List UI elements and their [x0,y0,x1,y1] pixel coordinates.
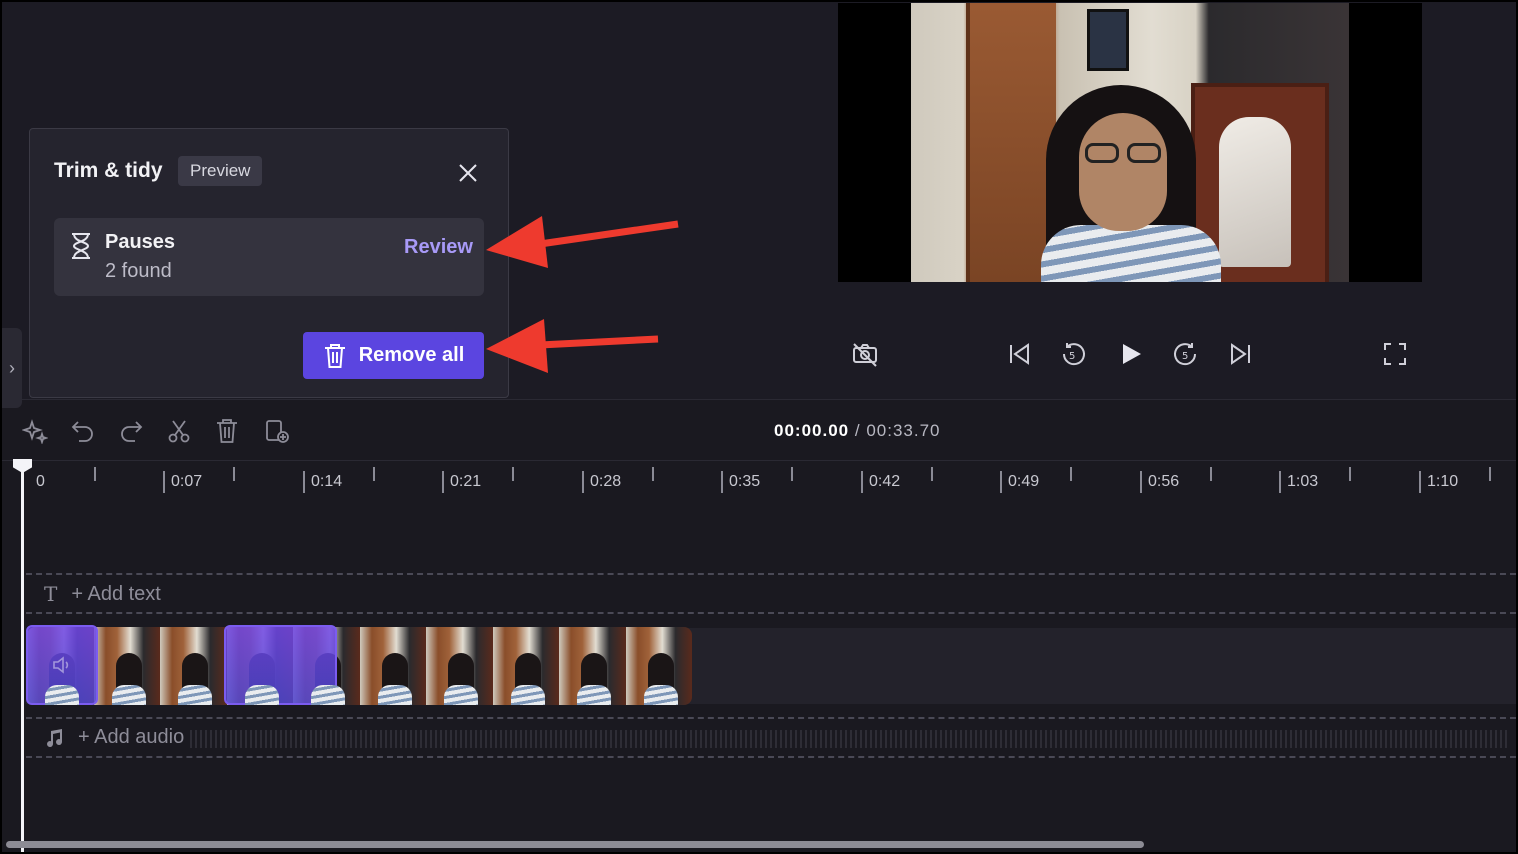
preview-badge: Preview [178,156,263,186]
speaker-icon [53,656,69,674]
ruler-label: 1:03 [1279,471,1318,493]
ruler-label: 0:28 [582,471,621,493]
clip-thumbnail [93,627,160,705]
svg-text:5: 5 [1182,351,1188,362]
timecode: 00:00.00 / 00:33.70 [774,421,941,441]
ruler-minor-tick [1210,467,1212,481]
timeline-ruler[interactable]: 0 0:07 0:14 0:21 0:28 0:35 0:42 0:49 0:5… [2,460,1516,501]
scene-wall-picture [1087,9,1129,71]
clip-thumbnail [426,627,493,705]
pauses-count: 2 found [105,260,172,282]
rewind-5-icon[interactable]: 5 [1055,336,1091,372]
text-track-bottom-border [26,612,1516,614]
review-link[interactable]: Review [404,236,473,259]
ruler-label: 0:07 [163,471,202,493]
camera-off-icon[interactable] [847,336,883,372]
scissors-icon[interactable] [164,416,194,446]
undo-icon[interactable] [68,416,98,446]
ruler-minor-tick [791,467,793,481]
ruler-label: 0:42 [861,471,900,493]
text-t-icon: T [44,582,58,606]
ruler-minor-tick [652,467,654,481]
audio-track-top-border [26,717,1516,719]
skip-to-start-icon[interactable] [1001,336,1037,372]
music-note-icon [47,728,63,747]
delete-icon[interactable] [212,416,242,446]
add-text-label: + Add text [71,582,161,605]
remove-all-button[interactable]: Remove all [303,332,484,379]
audio-waveform [190,730,1510,748]
expand-panel-tab[interactable]: › [2,328,22,408]
ruler-minor-tick [512,467,514,481]
redo-icon[interactable] [116,416,146,446]
ruler-minor-tick [94,467,96,481]
trash-icon [324,343,345,368]
scene-person [981,85,1281,282]
total-time: 00:33.70 [866,421,941,440]
chevron-right-icon: › [9,357,15,378]
ruler-label: 0:21 [442,471,481,493]
ruler-minor-tick [373,467,375,481]
ruler-label: 0:49 [1000,471,1039,493]
fullscreen-icon[interactable] [1377,336,1413,372]
ruler-minor-tick [1070,467,1072,481]
close-icon[interactable] [454,159,482,187]
ruler-label: 0 [36,473,45,490]
panel-title: Trim & tidy [54,159,163,182]
ruler-minor-tick [1489,467,1491,481]
add-audio-label: + Add audio [78,726,185,748]
pauses-title: Pauses [105,231,176,253]
ruler-label: 1:10 [1419,471,1458,493]
forward-5-icon[interactable]: 5 [1168,336,1204,372]
clip-thumbnail [559,627,626,705]
video-clip[interactable] [27,627,692,705]
video-frame [911,3,1349,282]
ruler-minor-tick [1349,467,1351,481]
trim-tidy-panel: Trim & tidy Preview Pauses 2 found Revie… [29,128,509,398]
text-track-top-border [26,573,1516,575]
ruler-label: 0:35 [721,471,760,493]
add-clip-icon[interactable] [262,416,292,446]
remove-all-label: Remove all [358,344,465,366]
playhead[interactable] [21,462,24,852]
ruler-label: 0:14 [303,471,342,493]
ruler-minor-tick [233,467,235,481]
pauses-card: Pauses 2 found Review [54,218,484,296]
clip-thumbnail [359,627,426,705]
clip-thumbnail [160,627,227,705]
skip-to-end-icon[interactable] [1223,336,1259,372]
audio-track-bottom-border [26,756,1516,758]
horizontal-scrollbar[interactable] [6,841,1144,848]
time-separator: / [854,421,861,440]
clip-thumbnail [492,627,559,705]
ruler-minor-tick [931,467,933,481]
current-time: 00:00.00 [774,421,850,440]
ruler-label: 0:56 [1140,471,1179,493]
video-preview[interactable] [838,3,1422,282]
add-audio-track[interactable]: + Add audio [44,726,184,749]
play-icon[interactable] [1112,336,1148,372]
magic-sparkle-icon[interactable] [20,416,50,446]
svg-text:5: 5 [1069,351,1075,362]
add-text-track[interactable]: T + Add text [44,582,161,606]
clip-thumbnail [625,627,692,705]
hourglass-icon [72,233,90,259]
